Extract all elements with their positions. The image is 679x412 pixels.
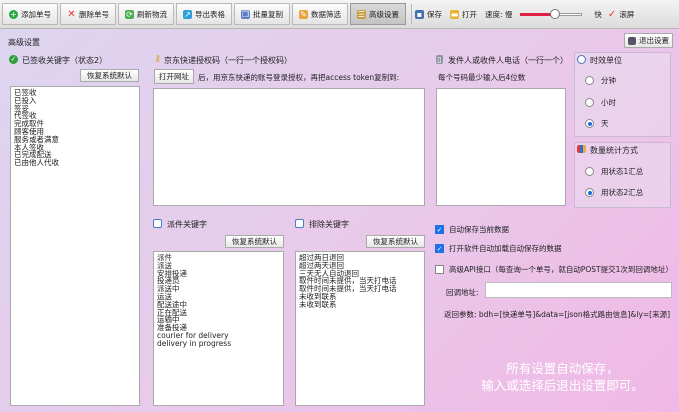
radio-stats-1[interactable]	[585, 188, 594, 197]
speed-label: 速度: 慢	[485, 9, 513, 19]
signed-keywords-title: 已签收关键字（状态2）	[22, 56, 108, 65]
phone-input[interactable]	[436, 88, 566, 206]
exit-settings-button[interactable]: 退出设置	[624, 33, 673, 48]
speed-slider[interactable]	[520, 9, 583, 19]
signed-reset-button[interactable]: 恢复系统默认	[80, 69, 139, 82]
bar-chart-icon	[577, 145, 586, 153]
time-unit-day[interactable]: 天	[585, 118, 609, 129]
refresh-icon: ⟳	[125, 9, 134, 19]
save-icon: ▪	[415, 9, 424, 19]
close-icon: ✕	[67, 8, 76, 20]
phone-icon: ▯	[436, 55, 443, 64]
time-unit-hour[interactable]: 小时	[585, 97, 616, 108]
stats-status1[interactable]: 用状态1汇总	[585, 166, 643, 177]
refresh-logistics-button[interactable]: ⟳ 刷新物流	[118, 3, 174, 25]
advanced-settings-button[interactable]: ☰ 高级设置	[350, 3, 406, 25]
time-unit-minute[interactable]: 分钟	[585, 75, 616, 86]
stats-status2[interactable]: 用状态2汇总	[585, 187, 643, 198]
export-table-button[interactable]: ↗ 导出表格	[176, 3, 232, 25]
jd-auth-hint: 后，用京东快递的账号登录授权，再把access token复制到:	[198, 73, 400, 82]
exit-icon	[628, 36, 636, 45]
copy-icon: ❐	[241, 9, 250, 19]
stats-method-title: 数量统计方式	[590, 146, 638, 155]
folder-icon: ▬	[450, 9, 459, 19]
filter-icon: ✎	[299, 9, 308, 19]
api-check[interactable]: ✓	[435, 265, 444, 274]
batch-copy-button[interactable]: ❐ 批量复制	[234, 3, 290, 25]
transit-keywords-title: 派件关键字	[167, 220, 207, 229]
signed-keywords-input[interactable]: 已签收 已投入 签妥 代签收 完成取件 顾客使用 服务或者满意 本人签收 已完成…	[10, 86, 140, 406]
api-checkbox[interactable]: ✓ 高级API接口（每查询一个单号，就自动POST提交1次到回调地址）	[435, 264, 673, 275]
auto-load-checkbox[interactable]: ✓ 打开软件自动加载自动保存的数据	[435, 243, 562, 254]
add-tracking-button[interactable]: + 添加单号	[2, 3, 58, 25]
jd-auth-title: 京东快递授权码（一行一个授权码）	[164, 56, 292, 65]
list-icon	[153, 219, 162, 228]
transit-reset-button[interactable]: 恢复系统默认	[225, 235, 284, 248]
check-circle-icon: ✓	[9, 55, 18, 64]
callback-label: 回调地址:	[446, 288, 479, 297]
auto-save-note-line2: 输入或选择后退出设置即可。	[481, 378, 644, 393]
page-title: 高级设置	[8, 38, 40, 47]
open-button[interactable]: ▬ 打开	[450, 9, 477, 20]
radio-stats-0[interactable]	[585, 167, 594, 176]
toolbar-divider	[411, 4, 412, 24]
auto-save-checkbox[interactable]: ✓ 自动保存当前数据	[435, 224, 509, 235]
jd-auth-input[interactable]	[153, 88, 425, 206]
plus-icon: +	[9, 9, 18, 19]
speed-fast-label: 快	[594, 9, 602, 19]
open-url-button[interactable]: 打开网址	[154, 69, 194, 84]
list-icon	[295, 219, 304, 228]
settings-icon: ☰	[357, 9, 366, 19]
check-icon: ✓	[607, 8, 617, 20]
export-icon: ↗	[183, 9, 192, 19]
time-unit-title: 时效单位	[590, 56, 622, 65]
data-filter-button[interactable]: ✎ 数据筛选	[292, 3, 348, 25]
scroll-toggle[interactable]: ✓ 滚屏	[608, 9, 634, 20]
auto-save-note-line1: 所有设置自动保存，	[506, 361, 619, 376]
auto-save-note: 所有设置自动保存， 输入或选择后退出设置即可。	[455, 360, 670, 394]
radio-time-1[interactable]	[585, 98, 594, 107]
callback-url-input[interactable]	[485, 282, 672, 298]
exclude-keywords-input[interactable]: 超过两日退回 超过两天退回 三天无人自动退回 取件时间未提供，当天打电话 取件时…	[295, 251, 425, 406]
transit-keywords-input[interactable]: 派件 派送 安排投递 投递员 派送中 运送 配送途中 正在配送 运输中 准备投递…	[153, 251, 284, 406]
toolbar: + 添加单号 ✕ 删除单号 ⟳ 刷新物流 ↗ 导出表格 ❐ 批量复制 ✎ 数据筛选 ☰ 高级设…	[0, 0, 679, 29]
speed-slider-thumb[interactable]	[549, 9, 560, 19]
key-icon: ⚷	[154, 54, 161, 64]
exclude-keywords-title: 排除关键字	[309, 220, 349, 229]
auto-load-check[interactable]: ✓	[435, 244, 444, 253]
phone-title: 发件人或收件人电话（一行一个）	[448, 56, 568, 65]
clock-icon	[577, 55, 586, 64]
save-button[interactable]: ▪ 保存	[415, 9, 442, 20]
delete-tracking-button[interactable]: ✕ 删除单号	[60, 3, 116, 25]
return-params-text: 返回参数: bdh=[快递单号]&data=[json格式路由信息]&ly=[来…	[444, 310, 671, 319]
phone-hint: 每个号码最少输入后4位数	[438, 73, 526, 82]
radio-time-0[interactable]	[585, 76, 594, 85]
exclude-reset-button[interactable]: 恢复系统默认	[366, 235, 425, 248]
radio-time-2[interactable]	[585, 119, 594, 128]
auto-save-check[interactable]: ✓	[435, 225, 444, 234]
